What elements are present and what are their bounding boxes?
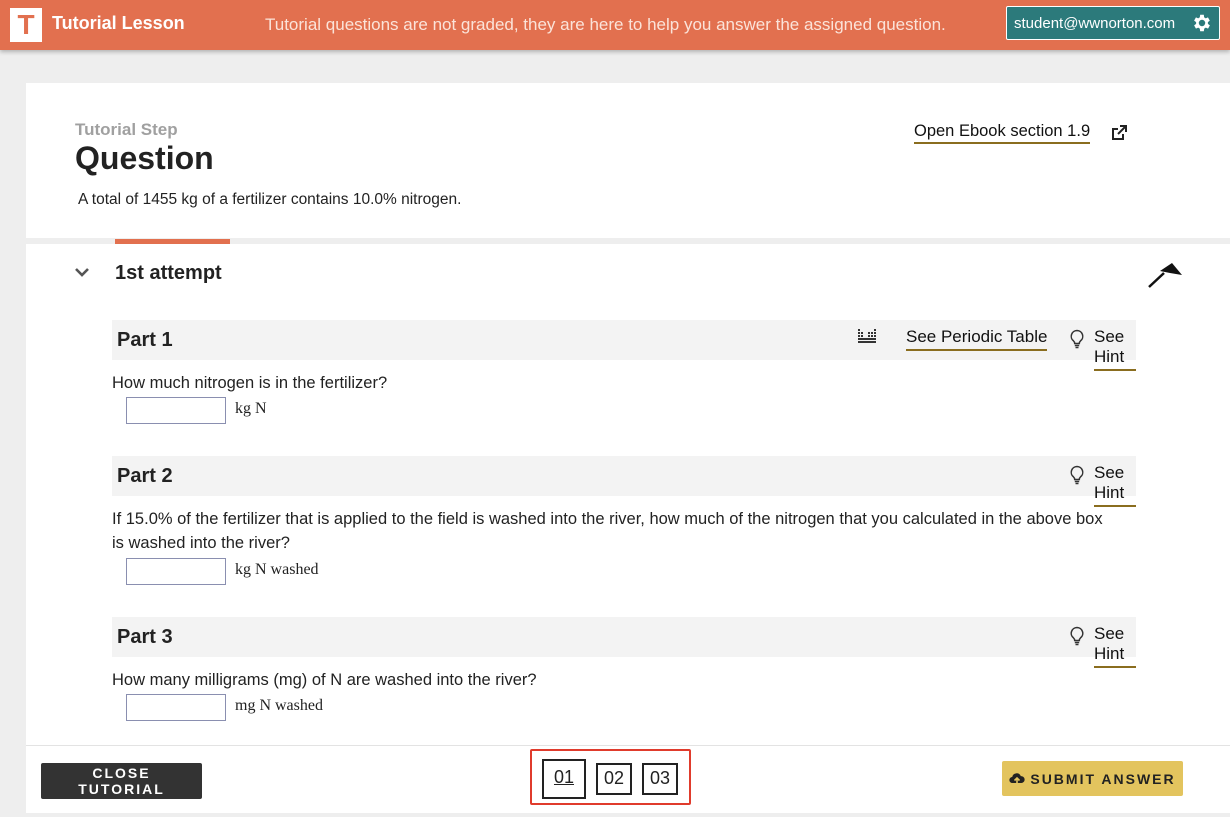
gear-icon xyxy=(1194,14,1210,32)
part-2-question: If 15.0% of the fertilizer that is appli… xyxy=(112,510,1103,552)
part-3-question: How many milligrams (mg) of N are washed… xyxy=(112,671,537,689)
part-1-see-hint-link[interactable]: See Hint xyxy=(1094,327,1136,371)
lightbulb-icon[interactable] xyxy=(1069,465,1085,485)
part-1-question: How much nitrogen is in the fertilizer? xyxy=(112,374,388,392)
step-label: Tutorial Step xyxy=(75,120,178,139)
user-email: student@wwnorton.com xyxy=(1014,14,1176,32)
part-3-unit: mg N washed xyxy=(235,697,323,714)
part-1-header: Part 1 See Periodic Table See Hint xyxy=(112,320,1136,371)
footer-bar: CLOSE TUTORIAL 01 02 03 SUBMIT ANSWER xyxy=(26,745,1230,809)
tutorial-panel: Tutorial Step Question A total of 1455 k… xyxy=(26,83,1230,813)
lightbulb-icon[interactable] xyxy=(1069,329,1085,349)
part-pager: 01 02 03 xyxy=(530,749,691,805)
chevron-down-icon[interactable] xyxy=(73,265,91,279)
part-3-answer-input[interactable] xyxy=(126,694,226,721)
part-1-answer-input[interactable] xyxy=(126,397,226,424)
top-bar: T Tutorial Lesson Tutorial questions are… xyxy=(0,0,1230,50)
part-2-see-hint-link[interactable]: See Hint xyxy=(1094,463,1136,507)
user-menu-button[interactable]: student@wwnorton.com xyxy=(1006,6,1220,40)
part-2-title: Part 2 xyxy=(117,465,173,487)
page-button-02[interactable]: 02 xyxy=(596,763,632,795)
page-button-01[interactable]: 01 xyxy=(542,759,586,799)
periodic-table-icon[interactable] xyxy=(858,329,876,345)
cloud-upload-icon xyxy=(1009,772,1025,785)
submit-answer-label: SUBMIT ANSWER xyxy=(1030,770,1176,787)
attempt-accent xyxy=(115,239,230,244)
pin-icon[interactable] xyxy=(1146,261,1184,289)
tutorial-logo: T xyxy=(10,8,42,42)
part-2-answer-input[interactable] xyxy=(126,558,226,585)
part-2-header: Part 2 See Hint xyxy=(112,456,1136,507)
external-link-icon[interactable] xyxy=(1110,124,1128,142)
part-3-see-hint-link[interactable]: See Hint xyxy=(1094,624,1136,668)
app-title: Tutorial Lesson xyxy=(52,13,185,33)
open-ebook-link[interactable]: Open Ebook section 1.9 xyxy=(914,122,1091,144)
question-header: Tutorial Step Question A total of 1455 k… xyxy=(26,83,1230,238)
part-1-unit: kg N xyxy=(235,400,267,417)
part-3-header: Part 3 See Hint xyxy=(112,617,1136,668)
see-periodic-table-link[interactable]: See Periodic Table xyxy=(906,327,1048,351)
attempt-title[interactable]: 1st attempt xyxy=(115,262,222,285)
part-1-title: Part 1 xyxy=(117,329,173,351)
submit-answer-button[interactable]: SUBMIT ANSWER xyxy=(1002,761,1183,796)
close-tutorial-button[interactable]: CLOSE TUTORIAL xyxy=(41,763,202,799)
tutorial-notice: Tutorial questions are not graded, they … xyxy=(265,15,946,34)
part-2-unit: kg N washed xyxy=(235,561,319,578)
part-3-title: Part 3 xyxy=(117,626,173,648)
question-text: A total of 1455 kg of a fertilizer conta… xyxy=(78,191,462,208)
lightbulb-icon[interactable] xyxy=(1069,626,1085,646)
page-title: Question xyxy=(75,140,214,176)
page-button-03[interactable]: 03 xyxy=(642,763,678,795)
